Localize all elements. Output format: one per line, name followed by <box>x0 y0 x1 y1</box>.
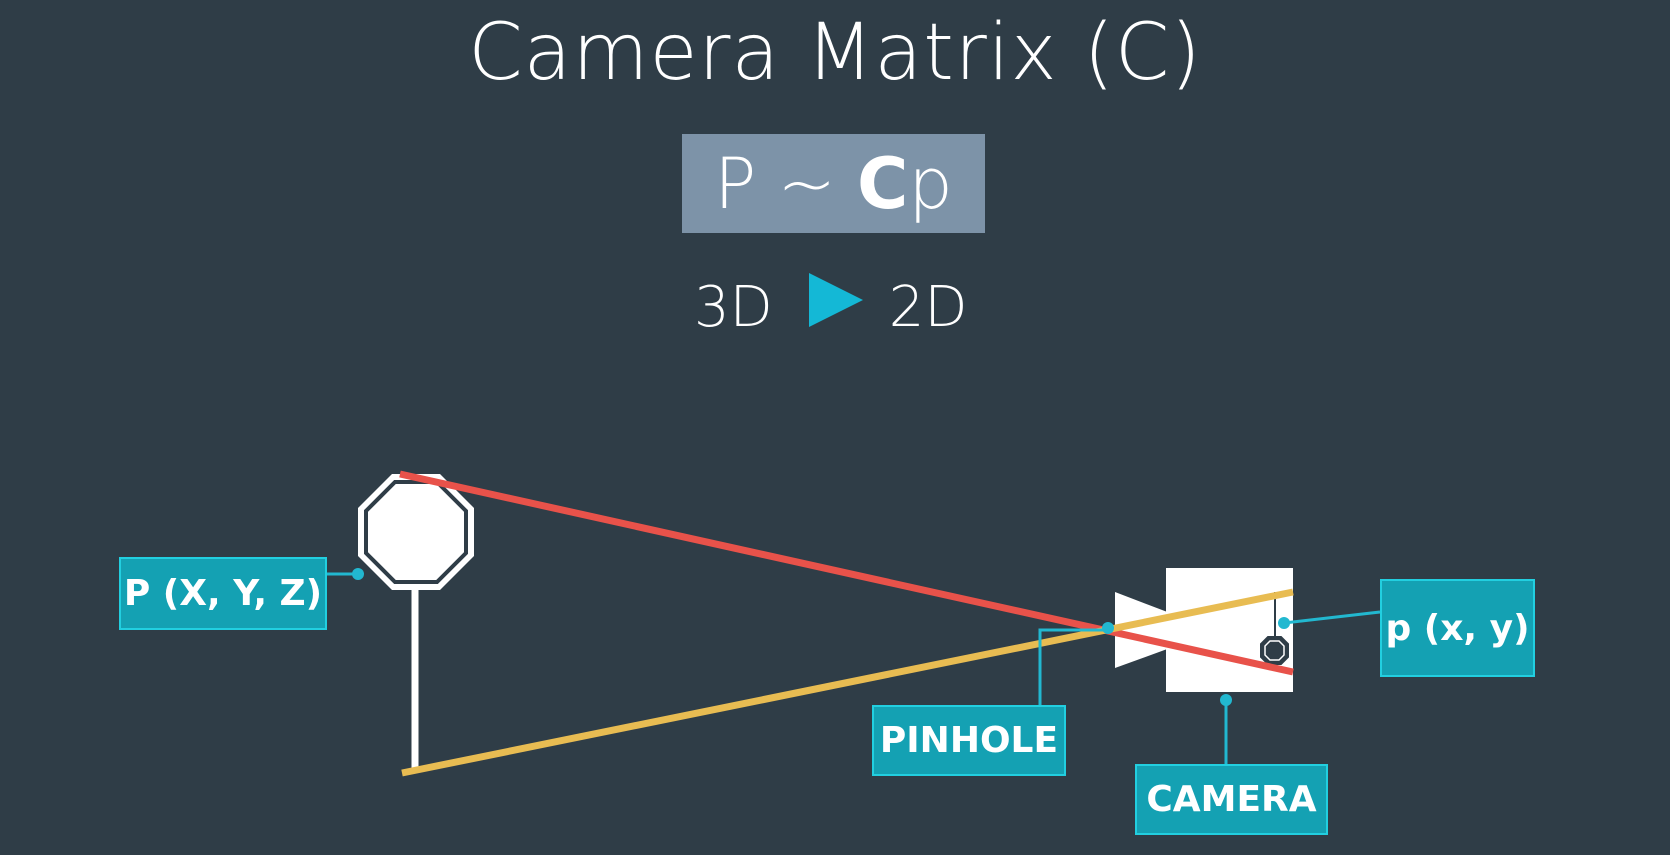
pinhole-diagram <box>327 470 1381 777</box>
world-label-dot <box>352 568 364 580</box>
ray-top <box>399 470 1294 676</box>
world-point-label: P (X, Y, Z) <box>119 557 327 630</box>
image-point-label: p (x, y) <box>1380 579 1535 677</box>
stop-sign-icon <box>358 474 474 590</box>
camera-body <box>1166 568 1293 692</box>
image-label-connector <box>1283 610 1381 625</box>
pinhole-dot <box>1102 622 1114 634</box>
pinhole-label: PINHOLE <box>872 705 1066 776</box>
camera-label: CAMERA <box>1135 764 1328 835</box>
camera-dot <box>1220 694 1232 706</box>
image-label-dot <box>1278 617 1290 629</box>
slide: Camera Matrix (C) P ~ C p 3D 2D P (X, Y,… <box>0 0 1670 855</box>
ray-bottom <box>401 588 1294 777</box>
